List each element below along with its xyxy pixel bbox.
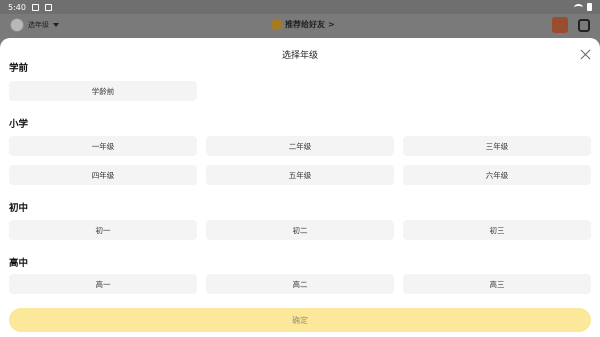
battery-icon: [587, 3, 592, 11]
grade-option-junior-2[interactable]: 初二: [206, 220, 394, 240]
sheet-title: 选择年级: [281, 51, 318, 61]
gift-icon: [272, 19, 282, 30]
recommend-label: 推荐给好友: [285, 20, 325, 29]
section-title-junior-high: 初中: [9, 203, 29, 214]
section-title-senior-high: 高中: [9, 258, 29, 269]
status-indicators: [574, 3, 592, 11]
grade-option-junior-3[interactable]: 初三: [403, 220, 591, 240]
gallery-notification-icon: [31, 3, 39, 11]
section-title-preschool: 学前: [9, 63, 29, 74]
grade-option-grade-3[interactable]: 三年级: [403, 136, 591, 156]
grade-option-grade-4[interactable]: 四年级: [9, 165, 197, 185]
avatar: [10, 18, 24, 32]
grade-option-grade-1[interactable]: 一年级: [9, 136, 197, 156]
grade-option-junior-1[interactable]: 初一: [9, 220, 197, 240]
grade-option-grade-6[interactable]: 六年级: [403, 165, 591, 185]
wifi-icon: [574, 3, 583, 11]
close-icon[interactable]: [580, 49, 591, 60]
grade-option-grade-5[interactable]: 五年级: [206, 165, 394, 185]
grade-option-senior-1[interactable]: 高一: [9, 274, 197, 294]
grade-selection-sheet: 选择年级 学前 学龄前 小学 一年级 二年级 三年级 四年级 五年级 六年级 初…: [0, 38, 600, 337]
grade-option-senior-2[interactable]: 高二: [206, 274, 394, 294]
chevron-right-icon: >: [328, 20, 335, 29]
section-title-primary: 小学: [9, 119, 29, 130]
grade-picker[interactable]: 选年级: [10, 18, 59, 32]
header-icons: [552, 17, 590, 33]
chevron-down-icon: [53, 23, 59, 27]
treasure-box-icon[interactable]: [552, 17, 568, 33]
recommend-to-friend-link[interactable]: 推荐给好友 >: [272, 19, 335, 30]
grade-option-grade-2[interactable]: 二年级: [206, 136, 394, 156]
app-notification-icon: [44, 3, 52, 11]
status-bar: 5:40: [0, 0, 600, 14]
app-header: 选年级 推荐给好友 >: [0, 14, 600, 38]
grade-option-preschool[interactable]: 学龄前: [9, 81, 197, 101]
grade-picker-label: 选年级: [28, 21, 49, 29]
records-icon[interactable]: [578, 18, 590, 32]
status-time: 5:40: [8, 2, 26, 12]
confirm-button[interactable]: 确定: [9, 308, 591, 332]
grade-option-senior-3[interactable]: 高三: [403, 274, 591, 294]
